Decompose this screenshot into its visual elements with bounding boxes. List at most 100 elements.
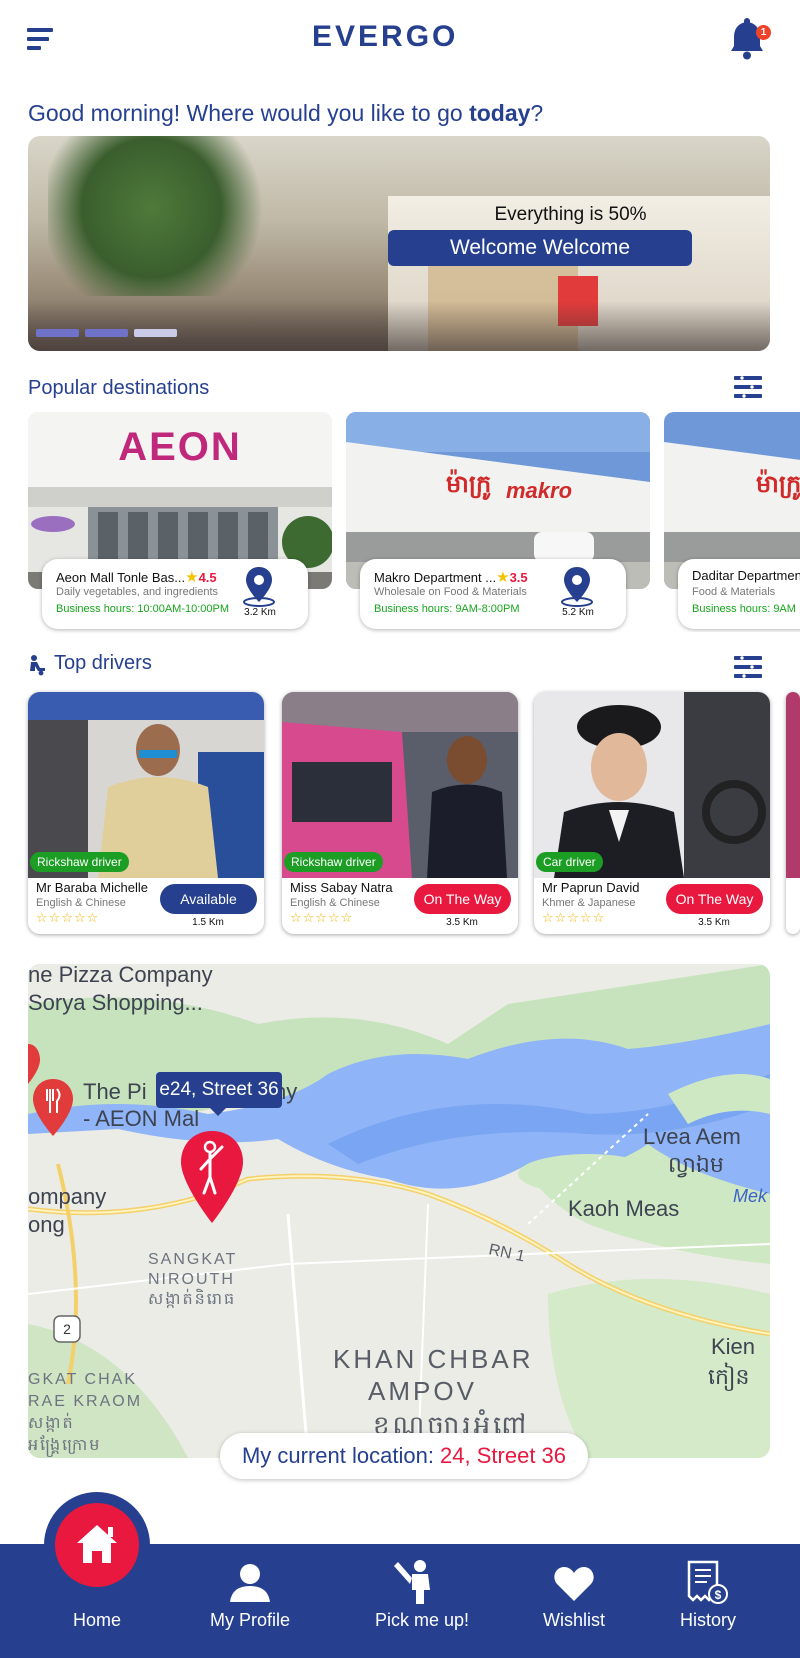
driver-card[interactable] (786, 692, 800, 934)
profile-icon[interactable] (228, 1562, 272, 1607)
carousel-dot[interactable] (134, 329, 177, 337)
promo-text: Everything is 50% (494, 204, 647, 225)
map-view[interactable]: ne Pizza Company Sorya Shopping... The P… (28, 964, 770, 1458)
map-label: NIROUTH (148, 1271, 235, 1288)
notification-badge: 1 (756, 25, 771, 40)
destination-card[interactable]: AEON Aeon Mall Tonle Bas...★4.5 Daily ve… (28, 412, 332, 632)
driver-languages: English & Chinese (290, 897, 380, 909)
driver-status-button[interactable]: On The Way (666, 884, 763, 914)
current-location-bar[interactable]: My current location: 24, Street 36 (220, 1433, 588, 1479)
destination-name: Aeon Mall Tonle Bas... (56, 570, 186, 585)
driver-photo (282, 692, 518, 878)
map-label: - AEON Mal (83, 1106, 199, 1131)
nav-wishlist-label[interactable]: Wishlist (528, 1610, 620, 1631)
location-pin-icon[interactable] (560, 565, 594, 607)
popular-destinations-title: Popular destinations (28, 377, 210, 399)
map-label: KHAN CHBAR (333, 1344, 533, 1374)
driver-distance: 1.5 Km (192, 917, 224, 928)
carousel-dot[interactable] (36, 329, 79, 337)
destination-distance: 3.2 Km (244, 607, 276, 618)
driver-status-button[interactable]: Available (160, 884, 257, 914)
driver-role-badge: Rickshaw driver (30, 852, 129, 872)
filter-icon[interactable] (734, 654, 762, 680)
star-icon: ★ (185, 569, 199, 586)
pick-me-up-icon[interactable] (392, 1556, 442, 1611)
app-logo: EVERGO (312, 20, 459, 53)
heart-icon[interactable] (554, 1566, 594, 1607)
current-location-value: 24, Street 36 (440, 1443, 567, 1468)
driver-role-badge: Car driver (536, 852, 603, 872)
map-label: ល្វាឯម (668, 1152, 724, 1178)
svg-text:$: $ (715, 1588, 722, 1602)
nav-history-label[interactable]: History (662, 1610, 754, 1631)
star-icon: ★ (496, 569, 510, 586)
driver-photo (534, 692, 770, 878)
map-label: ne Pizza Company (28, 964, 213, 987)
map-label: ompany (28, 1184, 106, 1209)
driver-distance: 3.5 Km (698, 917, 730, 928)
history-icon[interactable]: $ (687, 1560, 729, 1611)
driver-icon (27, 654, 47, 681)
notification-bell-icon[interactable]: 1 (730, 16, 771, 62)
destination-name: Daditar Department (692, 568, 800, 583)
driver-rating-stars: ☆☆☆☆☆ (542, 910, 606, 925)
nav-profile-label[interactable]: My Profile (200, 1610, 300, 1631)
driver-card[interactable]: Car driver Mr Paprun David Khmer & Japan… (534, 692, 770, 934)
destination-description: Food & Materials (692, 586, 776, 598)
menu-icon[interactable] (27, 28, 53, 50)
driver-rating-stars: ☆☆☆☆☆ (290, 910, 354, 925)
map-label: SANGKAT (148, 1251, 237, 1268)
map-label: AMPOV (368, 1376, 477, 1406)
map-label: Mek (733, 1186, 768, 1206)
map-label: Sorya Shopping... (28, 990, 203, 1015)
location-pin-icon[interactable] (242, 565, 276, 607)
nav-pickmeup-label[interactable]: Pick me up! (362, 1610, 482, 1631)
nav-home-label[interactable]: Home (54, 1610, 140, 1631)
svg-text:ម៉ាក្រូ: ម៉ាក្រូ (446, 469, 491, 501)
svg-text:ម៉ាក្រូ: ម៉ាក្រូ (756, 469, 800, 501)
top-drivers-title: Top drivers (54, 652, 152, 674)
destination-hours: Business hours: 10:00AM-10:00PM (56, 603, 230, 615)
promo-banner[interactable]: Everything is 50% Welcome Welcome (28, 136, 770, 351)
map-label: RAE KRAOM (28, 1393, 142, 1410)
greeting-text: Good morning! Where would you like to go… (28, 100, 544, 126)
home-button[interactable] (55, 1503, 139, 1587)
tooltip-arrow (210, 1108, 226, 1116)
driver-languages: English & Chinese (36, 897, 126, 909)
destination-rating: 4.5 (198, 570, 217, 585)
carousel-dot[interactable] (85, 329, 128, 337)
app-header: EVERGO 1 (0, 0, 800, 90)
map-label: Kien (711, 1334, 755, 1359)
map-label: GKAT CHAK (28, 1371, 137, 1388)
map-label: Lvea Aem (643, 1124, 741, 1149)
driver-name: Mr Baraba Michelle (36, 880, 148, 895)
driver-status-button[interactable]: On The Way (414, 884, 511, 914)
svg-text:AEON: AEON (118, 425, 242, 469)
destination-hours: Business hours: 9AM-8:00PM (374, 603, 520, 615)
home-icon (77, 1525, 117, 1563)
driver-role-badge: Rickshaw driver (284, 852, 383, 872)
map-label: 2 (63, 1321, 71, 1337)
destination-hours: Business hours: 9AM (692, 603, 796, 615)
current-location-pin-icon[interactable] (179, 1129, 245, 1230)
driver-distance: 3.5 Km (446, 917, 478, 928)
map-label: សង្កាត់ (28, 1412, 75, 1432)
promo-button[interactable]: Welcome Welcome (388, 230, 692, 266)
destination-distance: 5.2 Km (562, 607, 594, 618)
map-label: Kaoh Meas (568, 1196, 679, 1221)
carousel-dots[interactable] (36, 329, 177, 337)
driver-languages: Khmer & Japanese (542, 897, 636, 909)
destination-rating: 3.5 (509, 570, 528, 585)
filter-icon[interactable] (734, 374, 762, 400)
destination-card[interactable]: ម៉ាក្រូ makro Makro Department ...★3.5 W… (346, 412, 650, 632)
destination-description: Daily vegetables, and ingredients (56, 586, 219, 598)
driver-name: Miss Sabay Natra (290, 880, 393, 895)
driver-card[interactable]: Rickshaw driver Mr Baraba Michelle Engli… (28, 692, 264, 934)
map-label: សង្កាត់និរោធ (148, 1288, 236, 1308)
driver-name: Mr Paprun David (542, 880, 640, 895)
map-label: The Pi (83, 1079, 147, 1104)
driver-photo (28, 692, 264, 878)
driver-card[interactable]: Rickshaw driver Miss Sabay Natra English… (282, 692, 518, 934)
destination-card[interactable]: ម៉ាក្រូ Daditar Department Food & Materi… (664, 412, 800, 632)
driver-rating-stars: ☆☆☆☆☆ (36, 910, 100, 925)
